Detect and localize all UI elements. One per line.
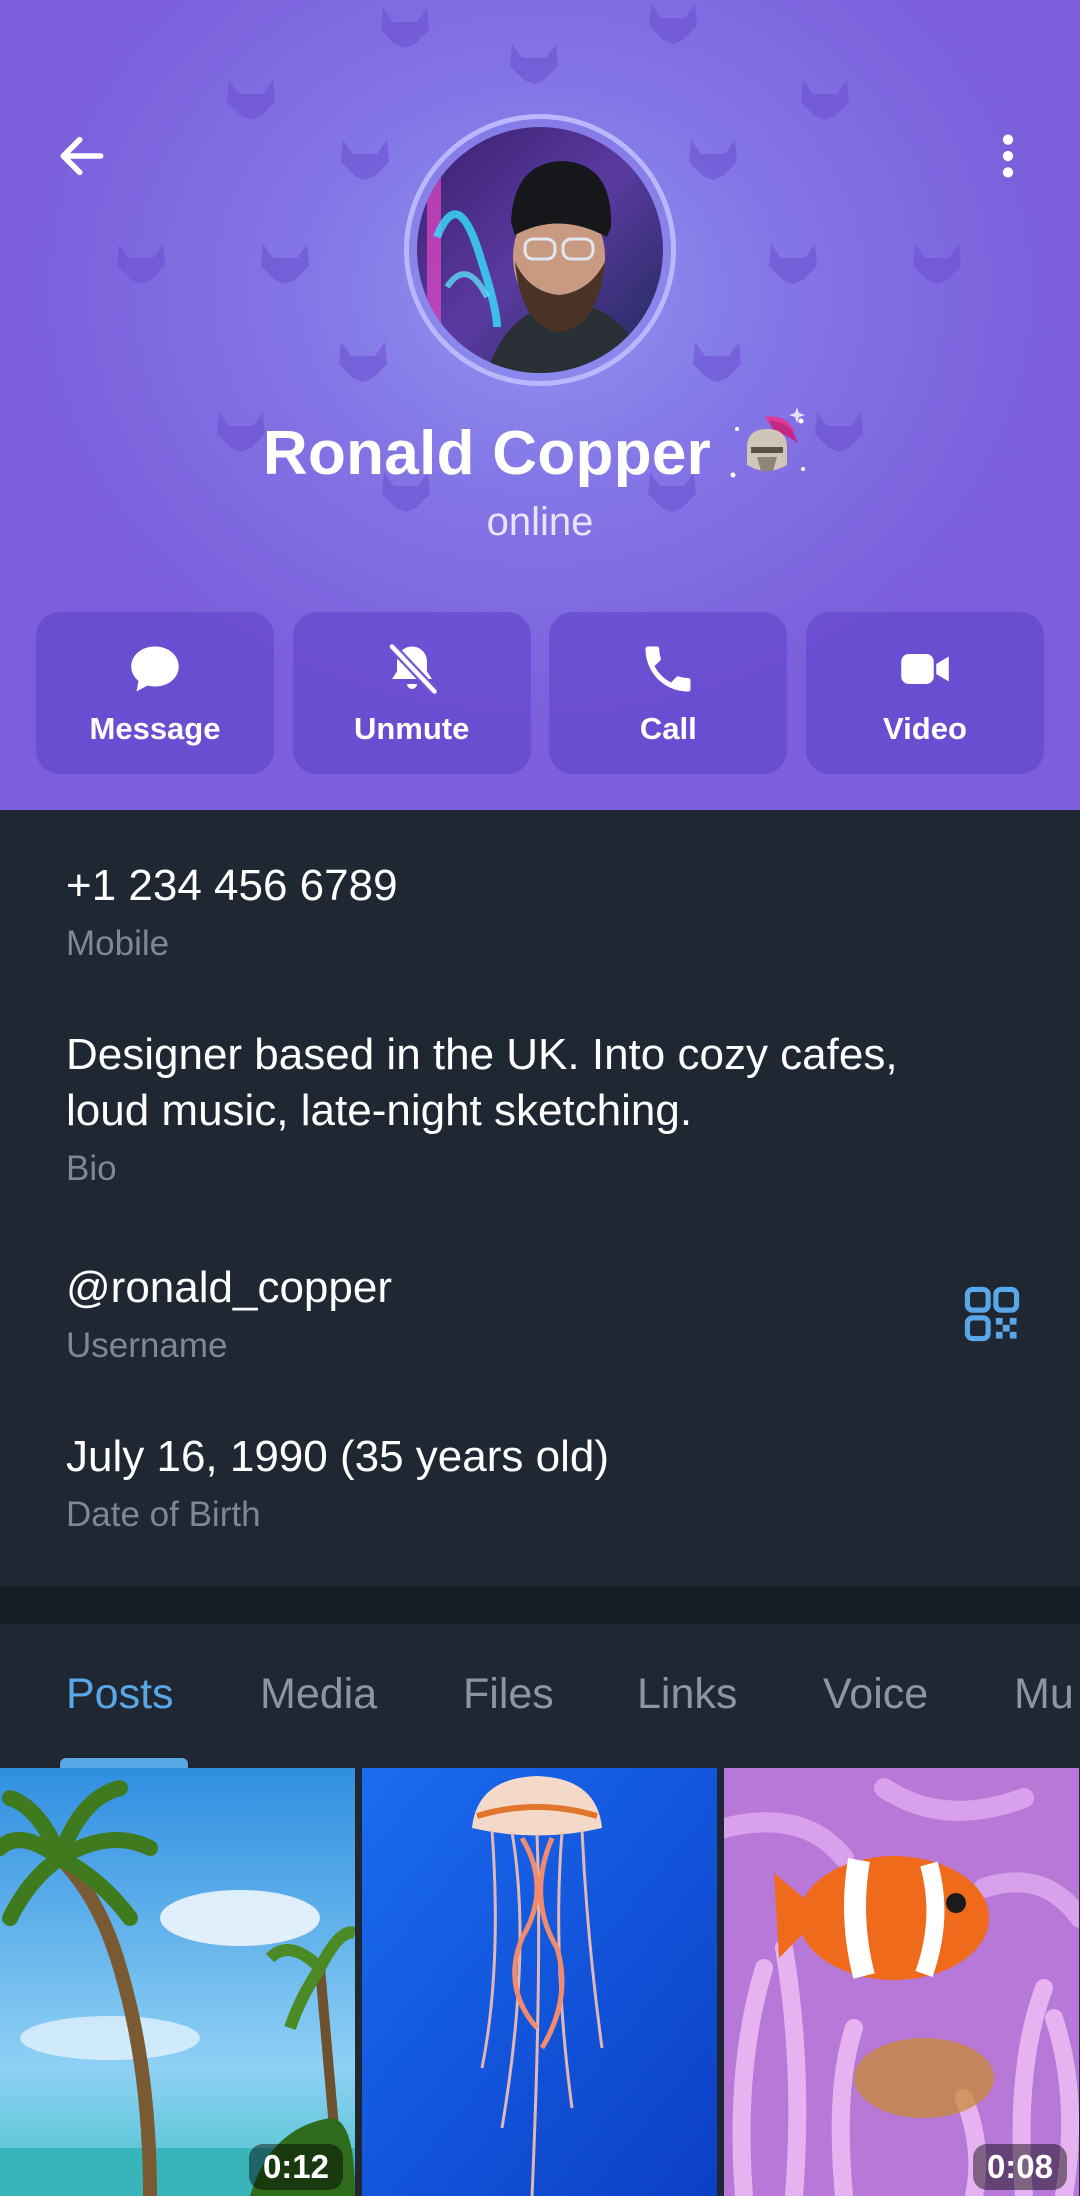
message-label: Message bbox=[89, 711, 221, 746]
video-camera-icon bbox=[901, 654, 949, 684]
online-status: online bbox=[486, 500, 594, 544]
message-button[interactable]: Message bbox=[36, 612, 274, 774]
message-bubble-icon bbox=[131, 646, 179, 692]
active-tab-indicator bbox=[60, 1758, 188, 1768]
unmute-button[interactable]: Unmute bbox=[292, 612, 531, 774]
username-label: Username bbox=[66, 1326, 228, 1365]
media-tile[interactable]: 0:12 bbox=[0, 1768, 355, 2196]
video-duration: 0:12 bbox=[248, 2144, 343, 2190]
knight-helmet-emoji-icon[interactable] bbox=[717, 399, 817, 499]
birthday-info-item[interactable]: July 16, 1990 (35 years old) Date of Bir… bbox=[66, 1429, 966, 1535]
profile-header: Ronald Copper online Message Unmute Call… bbox=[0, 0, 1080, 810]
username-info-item[interactable]: @ronald_copper Username bbox=[66, 1260, 966, 1366]
video-duration: 0:08 bbox=[972, 2144, 1067, 2190]
avatar-ring[interactable] bbox=[404, 114, 676, 386]
media-tile[interactable] bbox=[362, 1768, 717, 2196]
bio-line-1: Designer based in the UK. Into cozy cafe… bbox=[66, 1030, 898, 1079]
bio-label: Bio bbox=[66, 1149, 117, 1188]
avatar[interactable] bbox=[417, 127, 663, 373]
date-of-birth-label: Date of Birth bbox=[66, 1495, 261, 1534]
tab-media[interactable]: Media bbox=[260, 1670, 377, 1719]
qr-code-icon bbox=[964, 1286, 1020, 1342]
action-buttons: Message Unmute Call Video bbox=[36, 612, 1044, 774]
clownfish-anemone-thumbnail bbox=[724, 1768, 1079, 2196]
media-tile[interactable]: 0:08 bbox=[724, 1768, 1079, 2196]
tab-links[interactable]: Links bbox=[637, 1670, 737, 1719]
phone-number: +1 234 456 6789 bbox=[66, 861, 398, 910]
date-of-birth: July 16, 1990 (35 years old) bbox=[66, 1432, 609, 1481]
tab-posts[interactable]: Posts bbox=[66, 1670, 174, 1719]
back-button[interactable] bbox=[40, 114, 124, 198]
unmute-label: Unmute bbox=[353, 711, 470, 746]
arrow-left-icon bbox=[60, 136, 104, 176]
bell-off-icon bbox=[388, 643, 438, 695]
tab-voice[interactable]: Voice bbox=[823, 1670, 928, 1719]
call-label: Call bbox=[639, 711, 697, 746]
jellyfish-thumbnail bbox=[362, 1768, 717, 2196]
tab-files[interactable]: Files bbox=[463, 1670, 554, 1719]
profile-photo bbox=[417, 127, 663, 373]
media-grid: 0:12 0:08 bbox=[0, 1768, 1080, 2196]
call-button[interactable]: Call bbox=[549, 612, 788, 774]
bio-line-2: loud music, late-night sketching. bbox=[66, 1086, 693, 1135]
phone-icon bbox=[645, 646, 691, 692]
media-tabs: Posts Media Files Links Voice Mu bbox=[0, 1624, 1080, 1768]
tab-music[interactable]: Mu bbox=[1014, 1670, 1074, 1719]
section-divider bbox=[0, 1586, 1080, 1624]
bio-info-item[interactable]: Designer based in the UK. Into cozy cafe… bbox=[66, 1027, 966, 1189]
phone-label: Mobile bbox=[66, 924, 170, 963]
phone-info-item[interactable]: +1 234 456 6789 Mobile bbox=[66, 858, 966, 964]
name-row: Ronald Copper bbox=[0, 407, 1080, 498]
more-vertical-icon bbox=[1002, 134, 1014, 178]
username: @ronald_copper bbox=[66, 1263, 392, 1312]
profile-name: Ronald Copper bbox=[262, 418, 712, 488]
more-options-button[interactable] bbox=[966, 114, 1050, 198]
qr-code-button[interactable] bbox=[950, 1272, 1034, 1356]
video-label: Video bbox=[883, 711, 967, 746]
palm-tree-beach-thumbnail bbox=[0, 1768, 355, 2196]
video-button[interactable]: Video bbox=[805, 612, 1044, 774]
